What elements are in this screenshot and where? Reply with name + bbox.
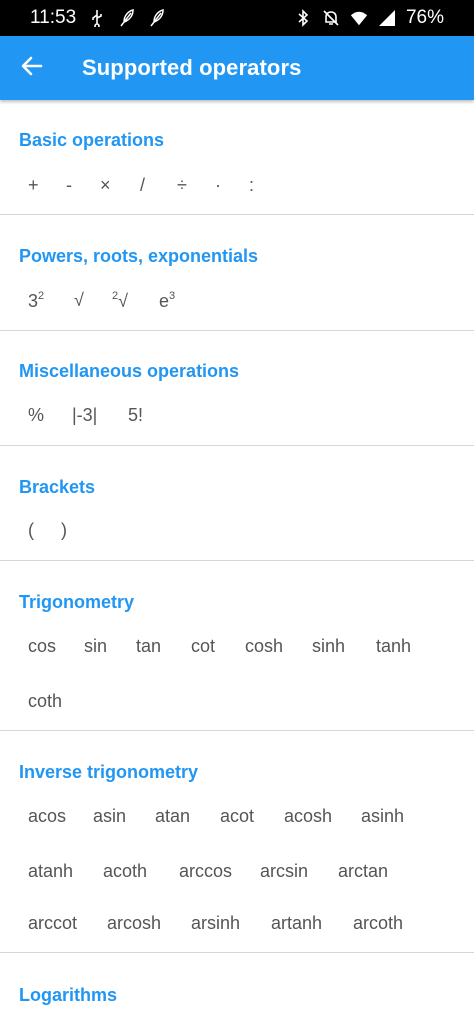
operator-sqrt[interactable]: √ xyxy=(64,282,94,319)
feather-icon xyxy=(118,9,136,27)
section-basic-operations: Basic operations + - × / ÷ · : xyxy=(0,100,474,215)
operator-open-bracket[interactable]: ( xyxy=(18,512,44,549)
root-symbol: √ xyxy=(118,291,129,311)
function-acot[interactable]: acot xyxy=(210,798,264,835)
function-arccot[interactable]: arccot xyxy=(18,905,87,942)
operator-factorial[interactable]: 5! xyxy=(118,397,153,434)
operator-slash[interactable]: / xyxy=(130,167,155,204)
status-left: 11:53 xyxy=(30,7,166,29)
section-title: Powers, roots, exponentials xyxy=(19,246,259,266)
function-asin[interactable]: asin xyxy=(83,798,136,835)
section-miscellaneous: Miscellaneous operations % |-3| 5! xyxy=(0,331,474,446)
exp-base: e xyxy=(159,291,170,311)
status-bar: 11:53 76% xyxy=(0,0,474,36)
bluetooth-icon xyxy=(294,9,312,27)
function-arsinh[interactable]: arsinh xyxy=(181,905,250,942)
function-cosh[interactable]: cosh xyxy=(235,628,293,665)
function-acoth[interactable]: acoth xyxy=(93,853,157,890)
feather-icon xyxy=(148,9,166,27)
signal-icon xyxy=(378,9,396,27)
function-acos[interactable]: acos xyxy=(18,798,76,835)
function-arctan[interactable]: arctan xyxy=(328,853,398,890)
function-artanh[interactable]: artanh xyxy=(261,905,332,942)
operator-absolute[interactable]: |-3| xyxy=(62,397,107,434)
function-acosh[interactable]: acosh xyxy=(274,798,342,835)
function-sinh[interactable]: sinh xyxy=(302,628,355,665)
battery-level: 76% xyxy=(405,7,444,28)
power-base: 3 xyxy=(28,291,39,311)
section-brackets: Brackets ( ) xyxy=(0,446,474,561)
function-tanh[interactable]: tanh xyxy=(366,628,421,665)
app-bar: Supported operators xyxy=(0,36,474,100)
function-cot[interactable]: cot xyxy=(181,628,225,665)
section-title: Miscellaneous operations xyxy=(19,361,240,381)
function-atanh[interactable]: atanh xyxy=(18,853,83,890)
sqrt-symbol: √ xyxy=(74,290,84,310)
function-arcsin[interactable]: arcsin xyxy=(250,853,318,890)
function-asinh[interactable]: asinh xyxy=(351,798,414,835)
operator-dot[interactable]: · xyxy=(205,167,231,204)
status-right: 76% xyxy=(294,7,444,29)
function-arcoth[interactable]: arcoth xyxy=(343,905,413,942)
operator-times[interactable]: × xyxy=(90,167,121,204)
arrow-left-icon xyxy=(21,55,43,82)
section-logarithms: Logarithms xyxy=(0,953,474,1027)
power-exponent: 2 xyxy=(38,290,45,302)
exp-exponent: 3 xyxy=(169,290,176,302)
operator-power[interactable]: 32 xyxy=(18,282,54,320)
section-title: Inverse trigonometry xyxy=(19,762,199,782)
section-inverse-trigonometry: Inverse trigonometry acos asin atan acot… xyxy=(0,731,474,953)
mute-icon xyxy=(322,9,340,27)
operator-close-bracket[interactable]: ) xyxy=(51,512,77,549)
section-title: Trigonometry xyxy=(19,592,135,612)
function-coth[interactable]: coth xyxy=(18,683,72,720)
section-title: Logarithms xyxy=(19,985,118,1005)
back-button[interactable] xyxy=(0,36,64,100)
operator-divide[interactable]: ÷ xyxy=(167,167,197,204)
section-trigonometry: Trigonometry cos sin tan cot cosh sinh t… xyxy=(0,561,474,731)
status-time: 11:53 xyxy=(30,7,77,28)
function-tan[interactable]: tan xyxy=(126,628,171,665)
function-arccos[interactable]: arccos xyxy=(169,853,242,890)
wifi-icon xyxy=(350,9,368,27)
function-atan[interactable]: atan xyxy=(145,798,200,835)
operator-colon[interactable]: : xyxy=(239,167,264,204)
section-title: Basic operations xyxy=(19,130,165,150)
usb-icon xyxy=(88,9,106,27)
operator-plus[interactable]: + xyxy=(18,167,49,204)
function-arcosh[interactable]: arcosh xyxy=(97,905,171,942)
operator-nth-root[interactable]: 2√ xyxy=(102,282,138,320)
function-cos[interactable]: cos xyxy=(18,628,66,665)
operator-percent[interactable]: % xyxy=(18,397,54,434)
section-title: Brackets xyxy=(19,477,96,497)
operator-minus[interactable]: - xyxy=(56,167,82,204)
operator-exp[interactable]: e3 xyxy=(149,282,185,320)
page-title: Supported operators xyxy=(82,55,302,80)
section-powers-roots: Powers, roots, exponentials 32 √ 2√ e3 xyxy=(0,215,474,331)
function-sin[interactable]: sin xyxy=(74,628,117,665)
